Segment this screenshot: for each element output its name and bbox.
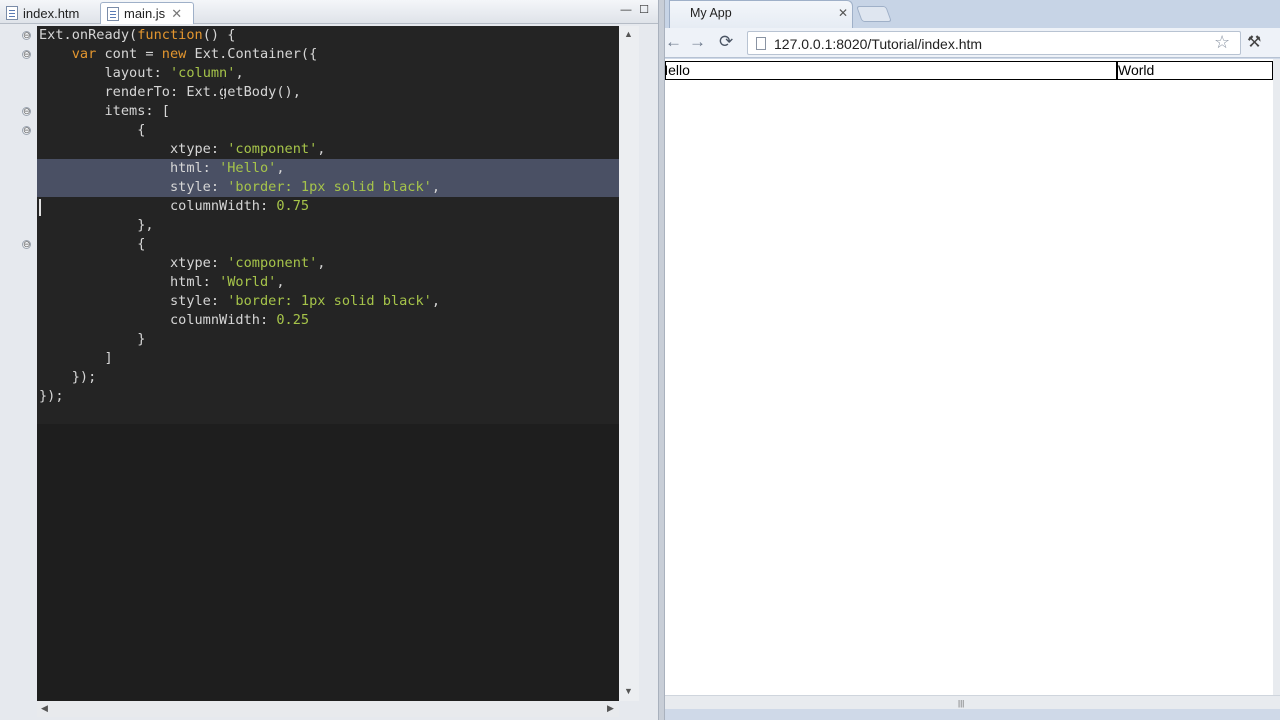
fold-icon[interactable]: ⊖ [22, 107, 31, 116]
forward-icon[interactable]: → [689, 32, 706, 52]
js-file-icon [107, 6, 119, 21]
page-icon [756, 37, 766, 50]
text-caret [39, 199, 41, 216]
column-text: World [1118, 62, 1155, 78]
code-line: } [39, 331, 146, 347]
tab-label: main.js [124, 6, 166, 21]
code-line: }); [39, 388, 64, 404]
fold-icon[interactable]: ⊖ [22, 126, 31, 135]
code-line: columnWidth: 0.25 [39, 312, 310, 328]
scroll-left-icon[interactable]: ◀ [41, 703, 48, 714]
code-line: Ext.onReady(function() { [39, 27, 236, 43]
browser-window: My App ✕ ← → ⟳ 127.0.0.1:8020/Tutorial/i… [665, 0, 1280, 720]
close-tab-icon[interactable]: ✕ [171, 6, 182, 22]
bookmark-star-icon[interactable]: ☆ [1214, 32, 1230, 53]
code-line: }, [39, 217, 154, 233]
scroll-thumb-grip[interactable]: ||| [958, 699, 964, 708]
scroll-right-icon[interactable]: ▶ [607, 703, 614, 714]
pane-splitter[interactable] [658, 0, 665, 720]
reload-icon[interactable]: ⟳ [719, 32, 733, 52]
column-world: World [1117, 61, 1273, 80]
column-hello: Hello [665, 61, 1117, 80]
code-line: style: 'border: 1px solid black', [39, 179, 441, 195]
code-line: }); [39, 369, 97, 385]
html-file-icon [6, 6, 18, 20]
code-line: html: 'Hello', [39, 160, 285, 176]
tab-label: index.htm [23, 5, 80, 21]
fold-icon[interactable]: ⊖ [22, 240, 31, 249]
browser-tab-strip: My App ✕ [665, 0, 1280, 28]
code-line: xtype: 'component', [39, 255, 326, 271]
editor-tab-bar: index.htm main.js ✕ — ☐ [0, 0, 658, 24]
editor-vertical-scrollbar[interactable]: ▲ ▼ [619, 26, 639, 701]
maximize-icon[interactable]: ☐ [637, 4, 651, 16]
code-line: items: [ [39, 103, 170, 119]
tab-index-htm[interactable]: index.htm [0, 2, 98, 24]
url-text: 127.0.0.1:8020/Tutorial/index.htm [774, 36, 983, 52]
editor-gutter: ⊖ ⊖ ⊖ ⊖ ⊖ [0, 26, 37, 701]
code-line: html: 'World', [39, 274, 285, 290]
code-line: style: 'border: 1px solid black', [39, 293, 441, 309]
code-line: layout: 'column', [39, 65, 244, 81]
browser-frame-bottom [665, 709, 1280, 720]
code-line: ] [39, 350, 113, 366]
back-icon[interactable]: ← [665, 32, 682, 52]
new-tab-button[interactable] [856, 6, 892, 22]
fold-icon[interactable]: ⊖ [22, 50, 31, 59]
scroll-down-icon[interactable]: ▼ [624, 686, 633, 696]
code-line: { [39, 236, 146, 252]
code-line: var cont = new Ext.Container({ [71, 46, 318, 62]
code-line: renderTo: Ext.getBody(), [39, 84, 301, 100]
scroll-up-icon[interactable]: ▲ [624, 29, 633, 39]
wrench-icon[interactable]: ⚒ [1247, 32, 1261, 52]
browser-vertical-scrollbar[interactable] [1273, 59, 1280, 695]
page-viewport: Hello World [665, 59, 1273, 695]
code-line: { [39, 122, 146, 138]
mouse-ibeam-cursor [223, 86, 224, 100]
fold-icon[interactable]: ⊖ [22, 31, 31, 40]
close-tab-icon[interactable]: ✕ [838, 6, 848, 20]
code-line: xtype: 'component', [39, 141, 326, 157]
minimize-icon[interactable]: — [619, 4, 633, 16]
editor-horizontal-scrollbar[interactable]: ◀ ▶ [37, 701, 619, 717]
browser-toolbar: ← → ⟳ 127.0.0.1:8020/Tutorial/index.htm … [665, 28, 1280, 58]
column-text: Hello [666, 62, 690, 78]
browser-horizontal-scrollbar[interactable]: ||| [665, 695, 1280, 709]
code-line: columnWidth: 0.75 [39, 198, 310, 214]
code-area[interactable]: Ext.onReady(function() { var cont = new … [37, 26, 619, 701]
browser-tab-title: My App [690, 6, 732, 20]
address-bar[interactable]: 127.0.0.1:8020/Tutorial/index.htm ☆ [747, 31, 1241, 55]
browser-tab[interactable]: My App ✕ [669, 0, 853, 28]
tab-main-js[interactable]: main.js ✕ [100, 2, 194, 24]
code-editor-pane: index.htm main.js ✕ — ☐ ⊖ ⊖ ⊖ ⊖ ⊖ Ext.on… [0, 0, 658, 720]
